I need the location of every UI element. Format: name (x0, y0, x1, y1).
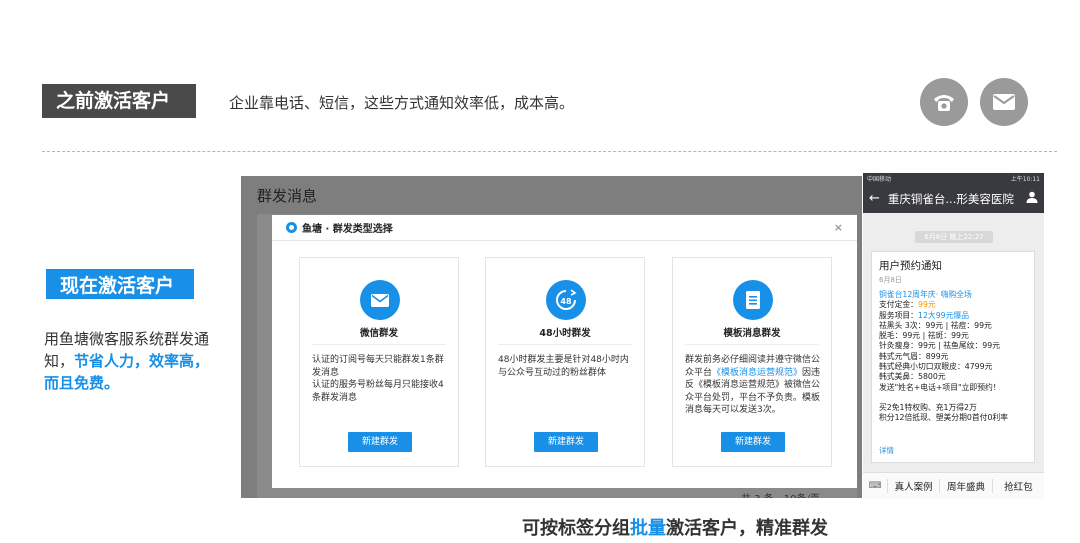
menu-tab-cases[interactable]: 真人案例 (887, 479, 939, 493)
detail-link[interactable]: 详情 (879, 445, 894, 456)
48h-broadcast-card: 48 48小时群发 48小时群发主要是针对48小时内与公众号互动过的粉丝群体 新… (485, 257, 645, 467)
notice-line: 韩式元气眉：899元 (879, 351, 949, 361)
before-label: 之前激活客户 (42, 84, 196, 118)
message-timestamp: 6月8日 晚上22:27 (915, 231, 993, 243)
page-title: 群发消息 (257, 187, 318, 205)
notice-line: 铜雀台12周年庆· 嗨购全场 (879, 290, 972, 299)
notice-line: 祛黑头 3次：99元 | 祛痘：99元 (879, 320, 992, 330)
status-bar: 中国移动 上午10:11 (863, 173, 1044, 184)
now-description: 用鱼塘微客服系统群发通知，节省人力，效率高，而且免费。 (44, 328, 219, 394)
card-description: 认证的订阅号每天只能群发1条群发消息 认证的服务号粉丝每月只能接收4条群发消息 (312, 355, 444, 403)
before-description: 企业靠电话、短信，这些方式通知效率低，成本高。 (229, 94, 575, 112)
mail-icon (980, 78, 1028, 126)
notice-line: 脱毛：99元 | 祛斑：99元 (879, 331, 969, 341)
menu-tab-red-packet[interactable]: 抢红包 (991, 479, 1044, 493)
notice-line: 服务项目：12大99元爆品 (879, 310, 970, 320)
notice-line: 积分12倍抵现、塑美分期0首付0利率 (879, 413, 1008, 423)
now-label: 现在激活客户 (44, 267, 196, 301)
modal-title: 鱼塘 · 群发类型选择 (302, 224, 393, 235)
notice-line: 发送"姓名+电话+项目"立即预约！ (879, 382, 1001, 392)
menu-tab-anniversary[interactable]: 周年盛典 (939, 479, 991, 493)
card-divider (498, 344, 632, 345)
caption-highlight: 批量 (630, 518, 666, 539)
new-wechat-broadcast-button[interactable]: 新建群发 (348, 432, 412, 452)
card-description: 48小时群发主要是针对48小时内与公众号互动过的粉丝群体 (498, 355, 629, 378)
phone-icon (920, 78, 968, 126)
new-template-broadcast-button[interactable]: 新建群发 (721, 432, 785, 452)
new-48h-broadcast-button[interactable]: 新建群发 (534, 432, 598, 452)
back-arrow-icon[interactable]: ← (869, 191, 880, 206)
caption-before: 可按标签分组 (522, 518, 630, 539)
wechat-broadcast-card: 微信群发 认证的订阅号每天只能群发1条群发消息 认证的服务号粉丝每月只能接收4条… (299, 257, 459, 467)
notice-line: 支付定金：99元 (879, 300, 936, 310)
template-icon (733, 280, 773, 320)
caption: 可按标签分组批量激活客户，精准群发 (522, 514, 828, 540)
notice-spacer (879, 393, 1027, 403)
broadcast-type-modal: 鱼塘 · 群发类型选择 × 微信群发 认证的订阅号每天只能群发1条群发消息 认证… (272, 215, 857, 488)
chat-menu-bar: ⌨ 真人案例 周年盛典 抢红包 (863, 472, 1044, 499)
card-title: 48小时群发 (539, 328, 591, 339)
notice-line: 韩式经典小切口双眼皮：4799元 (879, 362, 993, 372)
notice-body: 铜雀台12周年庆· 嗨购全场 支付定金：99元 服务项目：12大99元爆品 祛黑… (879, 290, 1027, 424)
notice-date: 6月8日 (879, 276, 902, 284)
notice-line: 针灸瘦身：99元 | 祛鱼尾纹：99元 (879, 341, 1000, 351)
card-title: 模板消息群发 (723, 328, 781, 339)
pagination-info: 共 3 条 10条/页 (741, 490, 820, 498)
card-title: 微信群发 (359, 328, 398, 339)
card-description: 群发前务必仔细阅读并遵守微信公众平台《模板消息运营规范》因违反《模板消息运营规范… (685, 354, 823, 417)
caption-after: 激活客户，精准群发 (666, 518, 828, 539)
phone-screenshot: 中国移动 上午10:11 ← 重庆铜雀台...形美容医院 6月8日 晚上22:2… (863, 173, 1044, 499)
notice-title: 用户预约通知 (879, 260, 942, 272)
carrier-text: 中国移动 (867, 176, 892, 183)
close-icon[interactable]: × (834, 221, 843, 234)
status-time: 上午10:11 (1010, 176, 1040, 183)
mail-icon (360, 280, 400, 320)
user-icon[interactable] (1026, 191, 1038, 206)
clock-48-icon: 48 (546, 280, 586, 320)
modal-header: 鱼塘 · 群发类型选择 × (272, 215, 857, 241)
card-divider (685, 344, 819, 345)
card-divider (312, 344, 446, 345)
yutang-logo-icon (286, 222, 297, 233)
template-rules-link[interactable]: 《模板消息运营规范》 (712, 368, 802, 378)
template-broadcast-card: 模板消息群发 群发前务必仔细阅读并遵守微信公众平台《模板消息运营规范》因违反《模… (672, 257, 832, 467)
dashed-divider (42, 151, 1057, 152)
notice-line: 买2免1特权购、充1万得2万 (879, 402, 977, 412)
chat-header: ← 重庆铜雀台...形美容医院 (863, 184, 1044, 213)
keyboard-icon[interactable]: ⌨ (863, 481, 887, 491)
svg-text:48: 48 (560, 297, 572, 306)
chat-title: 重庆铜雀台...形美容医院 (887, 191, 1014, 206)
mass-message-screenshot: 群发消息 共 3 条 10条/页 鱼塘 · 群发类型选择 × 微信群发 认证的订… (241, 176, 862, 498)
notice-line: 韩式美鼻：5800元 (879, 372, 946, 382)
appointment-notice-card[interactable]: 用户预约通知 6月8日 铜雀台12周年庆· 嗨购全场 支付定金：99元 服务项目… (871, 251, 1035, 463)
